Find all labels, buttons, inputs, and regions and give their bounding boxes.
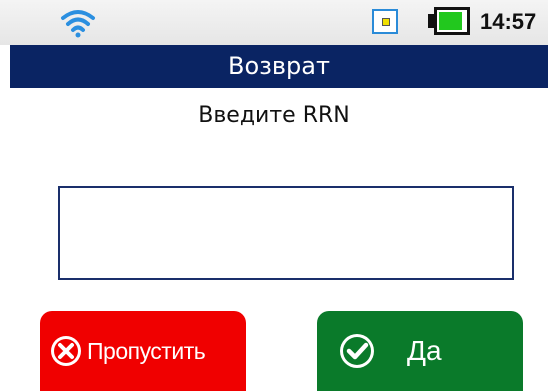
skip-button[interactable]: Пропустить: [40, 311, 246, 391]
rrn-input[interactable]: [58, 186, 514, 280]
check-icon: [340, 334, 374, 368]
clock: 14:57: [480, 9, 537, 34]
cancel-x-icon: [51, 336, 81, 366]
wifi-icon: [61, 10, 95, 38]
yes-button-label: Да: [407, 335, 442, 366]
skip-button-label: Пропустить: [87, 337, 206, 364]
battery-icon: [428, 7, 472, 35]
yes-button[interactable]: Да: [317, 311, 523, 391]
rrn-prompt: Введите RRN: [198, 103, 350, 128]
page-title: Возврат: [10, 45, 548, 88]
battery-level: [439, 12, 463, 30]
sim-card-icon: [372, 9, 398, 34]
status-bar: 14:57: [0, 0, 548, 45]
